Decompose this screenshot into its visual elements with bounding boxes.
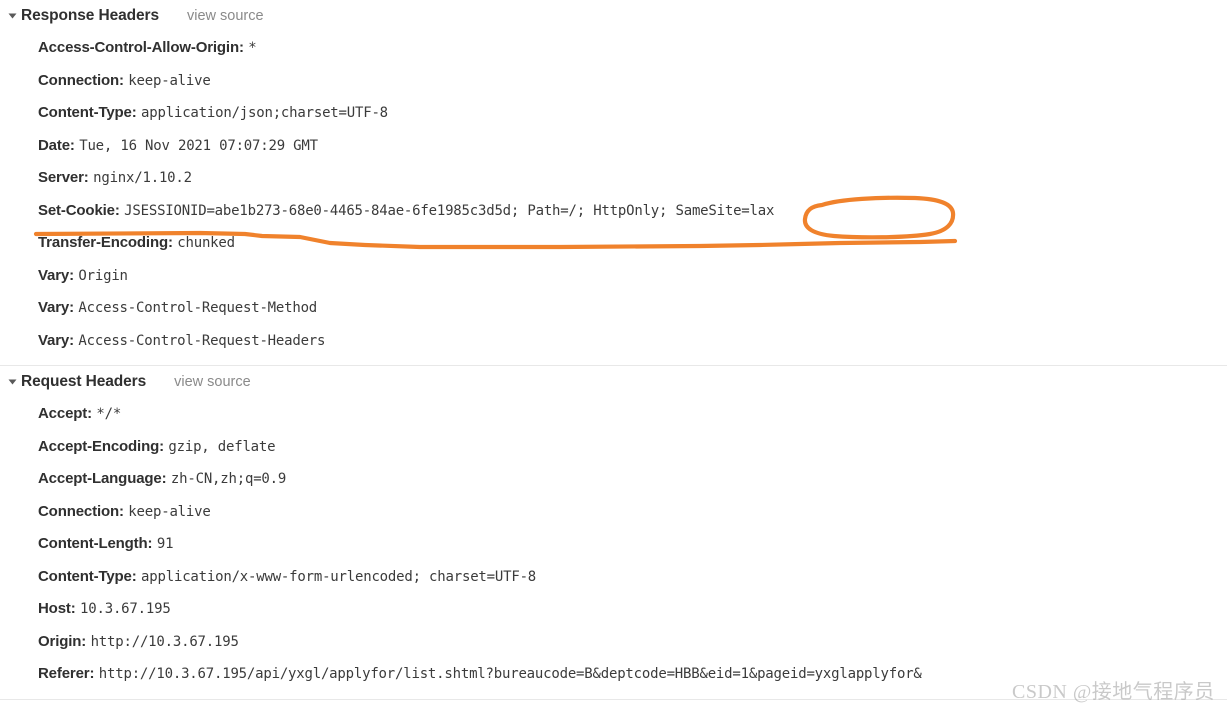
header-row-set-cookie[interactable]: Set-Cookie: JSESSIONID=abe1b273-68e0-446…: [0, 195, 1227, 228]
header-name: Accept-Encoding:: [38, 437, 164, 455]
header-value: keep-alive: [128, 72, 211, 89]
header-value: Access-Control-Request-Method: [78, 300, 318, 316]
view-source-link[interactable]: view source: [174, 374, 251, 390]
header-value: chunked: [177, 235, 235, 251]
header-name: Content-Type:: [38, 567, 137, 585]
header-name: Accept:: [38, 405, 92, 422]
header-value: JSESSIONID=abe1b273-68e0-4465-84ae-6fe19…: [124, 202, 775, 219]
header-row[interactable]: Connection: keep-alive: [0, 496, 1227, 529]
header-name: Server:: [38, 169, 89, 186]
header-name: Access-Control-Allow-Origin:: [38, 39, 244, 56]
header-name: Content-Length:: [38, 535, 153, 552]
header-name: Set-Cookie:: [38, 201, 120, 219]
header-name: Content-Type:: [38, 104, 137, 121]
header-row[interactable]: Date: Tue, 16 Nov 2021 07:07:29 GMT: [0, 130, 1227, 163]
header-name: Origin:: [38, 632, 87, 650]
header-row[interactable]: Content-Length: 91: [0, 528, 1227, 561]
header-value: Tue, 16 Nov 2021 07:07:29 GMT: [79, 137, 318, 154]
header-name: Referer:: [38, 665, 95, 682]
header-value: nginx/1.10.2: [93, 170, 192, 186]
request-headers-section: Request Headers view source Accept: */* …: [0, 365, 1227, 700]
chevron-down-icon[interactable]: [8, 379, 17, 385]
header-row[interactable]: Server: nginx/1.10.2: [0, 162, 1227, 195]
request-headers-header[interactable]: Request Headers view source: [0, 366, 1227, 398]
header-row[interactable]: Content-Type: application/json;charset=U…: [0, 97, 1227, 130]
header-row[interactable]: Accept-Encoding: gzip, deflate: [0, 431, 1227, 464]
header-row[interactable]: Accept-Language: zh-CN,zh;q=0.9: [0, 463, 1227, 496]
section-title: Request Headers: [21, 373, 147, 390]
header-name: Date:: [38, 136, 75, 154]
header-value: Access-Control-Request-Headers: [78, 332, 326, 349]
header-value: */*: [96, 406, 122, 422]
header-row[interactable]: Origin: http://10.3.67.195: [0, 626, 1227, 659]
header-value: *: [248, 40, 257, 56]
header-name: Connection:: [38, 502, 124, 520]
header-value: zh-CN,zh;q=0.9: [170, 471, 287, 487]
header-row[interactable]: Access-Control-Allow-Origin: *: [0, 32, 1227, 65]
header-value: application/json;charset=UTF-8: [141, 105, 388, 121]
chevron-down-icon[interactable]: [8, 13, 17, 19]
header-row[interactable]: Transfer-Encoding: chunked: [0, 227, 1227, 260]
header-row[interactable]: Connection: keep-alive: [0, 65, 1227, 98]
request-headers-list: Accept: */* Accept-Encoding: gzip, defla…: [0, 398, 1227, 699]
header-value: keep-alive: [128, 503, 211, 520]
header-name: Transfer-Encoding:: [38, 234, 173, 251]
header-name: Accept-Language:: [38, 470, 167, 487]
response-headers-section: Response Headers view source Access-Cont…: [0, 0, 1227, 365]
header-row-referer[interactable]: Referer: http://10.3.67.195/api/yxgl/app…: [0, 658, 1227, 691]
header-value: http://10.3.67.195/api/yxgl/applyfor/lis…: [98, 666, 922, 682]
header-value: 10.3.67.195: [80, 601, 171, 617]
header-name: Vary:: [38, 299, 74, 316]
header-value: Origin: [78, 267, 128, 284]
header-name: Connection:: [38, 71, 124, 89]
header-name: Host:: [38, 600, 76, 617]
section-title: Response Headers: [21, 7, 159, 24]
response-headers-list: Access-Control-Allow-Origin: * Connectio…: [0, 32, 1227, 365]
response-headers-header[interactable]: Response Headers view source: [0, 0, 1227, 32]
header-value: gzip, deflate: [168, 438, 276, 455]
header-row[interactable]: Vary: Access-Control-Request-Method: [0, 292, 1227, 325]
header-name: Vary:: [38, 266, 74, 284]
header-row[interactable]: Host: 10.3.67.195: [0, 593, 1227, 626]
header-row[interactable]: Content-Type: application/x-www-form-url…: [0, 561, 1227, 594]
header-name: Vary:: [38, 331, 74, 349]
header-value: application/x-www-form-urlencoded; chars…: [141, 568, 537, 585]
header-row[interactable]: Vary: Access-Control-Request-Headers: [0, 325, 1227, 358]
header-value: 91: [156, 536, 174, 552]
header-value: http://10.3.67.195: [90, 633, 239, 650]
header-row[interactable]: Accept: */*: [0, 398, 1227, 431]
network-headers-panel: Response Headers view source Access-Cont…: [0, 0, 1227, 713]
header-row[interactable]: Vary: Origin: [0, 260, 1227, 293]
view-source-link[interactable]: view source: [187, 8, 264, 24]
